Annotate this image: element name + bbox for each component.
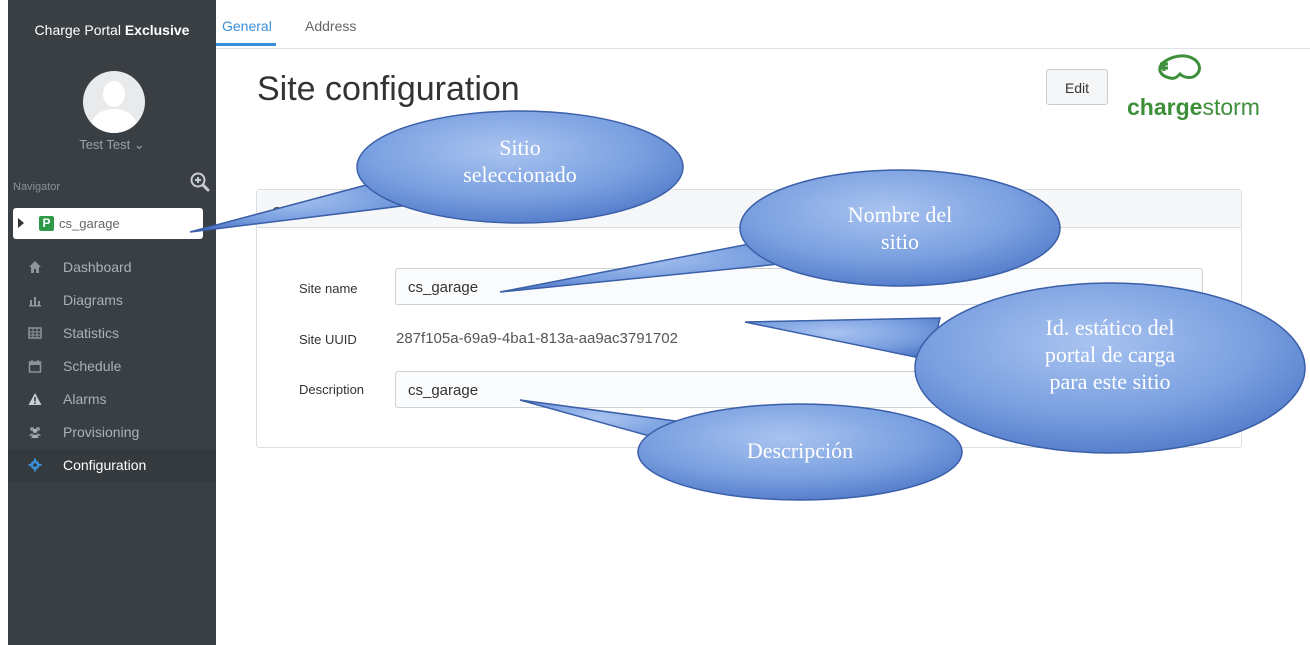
users-icon: [29, 427, 41, 438]
calendar-icon: [28, 360, 42, 373]
site-selector-label: cs_garage: [59, 216, 120, 231]
callout-static-id-text: Id. estático del portal de carga para este…: [1044, 315, 1176, 394]
sidebar-item-label: Schedule: [63, 358, 122, 374]
site-name-label: Site name: [299, 281, 358, 296]
user-menu[interactable]: Test Test ⌄: [8, 137, 216, 153]
site-name-field[interactable]: cs_garage: [395, 268, 1203, 305]
sidebar-item-label: Alarms: [63, 391, 107, 407]
sidebar-item-dashboard[interactable]: Dashboard: [8, 251, 216, 284]
callout-site-name-text: Nombre del sitio: [847, 202, 953, 254]
sidebar-item-diagrams[interactable]: Diagrams: [8, 284, 216, 317]
tab-address[interactable]: Address: [305, 18, 356, 34]
sidebar-item-label: Diagrams: [63, 292, 123, 308]
warning-icon: [28, 393, 42, 405]
panel-heading-label: General: [272, 204, 319, 219]
expand-arrow-icon[interactable]: [18, 218, 24, 228]
navigator-label: Navigator: [13, 181, 61, 193]
bar-chart-icon: [29, 297, 41, 307]
page-title: Site configuration: [257, 70, 520, 108]
description-value: cs_garage: [408, 382, 479, 399]
sidebar-item-label: Provisioning: [63, 424, 140, 440]
sidebar-item-label: Configuration: [63, 457, 147, 473]
sidebar-item-statistics[interactable]: Statistics: [8, 317, 216, 350]
description-label: Description: [299, 382, 365, 397]
tab-general[interactable]: General: [222, 18, 272, 34]
site-uuid-value: 287f105a-69a9-4ba1-813a-aa9ac3791702: [396, 330, 678, 347]
sidebar-menu: Dashboard Diagrams Statistics Schedule A…: [8, 251, 216, 482]
callout-description-text: Descripción: [746, 438, 854, 463]
chargestorm-logo: chargestorm: [1127, 94, 1260, 120]
panel-heading: General: [257, 190, 1241, 228]
site-selector[interactable]: P cs_garage: [13, 208, 203, 239]
sidebar-item-alarms[interactable]: Alarms: [8, 383, 216, 416]
app-brand[interactable]: Charge Portal Exclusive: [8, 22, 216, 38]
site-uuid-label: Site UUID: [299, 332, 357, 347]
parking-icon: P: [39, 216, 54, 231]
sidebar-item-configuration[interactable]: Configuration: [8, 449, 216, 482]
table-icon: [28, 327, 42, 339]
active-tab-indicator: [216, 43, 276, 46]
tab-bar: General Address: [216, 0, 1310, 49]
callout-selected-site-text: Sitio seleccionado: [463, 135, 577, 187]
gear-icon: [28, 458, 42, 472]
avatar[interactable]: [83, 71, 145, 133]
sidebar-item-label: Dashboard: [63, 259, 132, 275]
sidebar-item-label: Statistics: [63, 325, 120, 341]
sidebar: Charge Portal Exclusive Test Test ⌄ Navi…: [8, 0, 216, 645]
sidebar-item-schedule[interactable]: Schedule: [8, 350, 216, 383]
home-icon: [29, 261, 41, 273]
site-name-value: cs_garage: [408, 279, 479, 296]
zoom-in-icon[interactable]: [189, 171, 211, 193]
edit-button[interactable]: Edit: [1046, 69, 1108, 105]
sidebar-item-provisioning[interactable]: Provisioning: [8, 416, 216, 449]
